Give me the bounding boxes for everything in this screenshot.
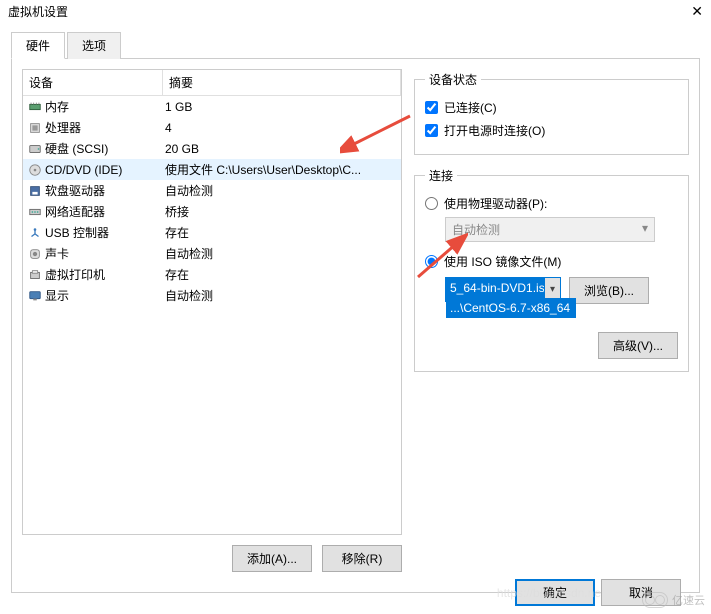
header-device[interactable]: 设备 bbox=[23, 70, 163, 95]
dialog-body: 硬件 选项 设备 摘要 内存1 GB处理器4硬盘 (SCSI)20 GBCD/D… bbox=[0, 22, 711, 594]
close-icon[interactable]: ✕ bbox=[691, 3, 703, 20]
add-button[interactable]: 添加(A)... bbox=[232, 545, 312, 572]
device-row[interactable]: 内存1 GB bbox=[23, 96, 401, 117]
device-summary: 20 GB bbox=[163, 142, 401, 156]
header-summary[interactable]: 摘要 bbox=[163, 70, 401, 95]
device-name: 网络适配器 bbox=[43, 203, 163, 220]
connection-legend: 连接 bbox=[425, 167, 457, 184]
watermark-logo-icon bbox=[642, 592, 668, 608]
device-summary: 桥接 bbox=[163, 203, 401, 220]
device-summary: 自动检测 bbox=[163, 182, 401, 199]
left-button-row: 添加(A)... 移除(R) bbox=[22, 535, 402, 582]
device-summary: 存在 bbox=[163, 266, 401, 283]
connection-group: 连接 使用物理驱动器(P): 自动检测 使用 ISO 镜像文件(M) 5_64-… bbox=[414, 167, 689, 372]
device-row[interactable]: 虚拟打印机存在 bbox=[23, 264, 401, 285]
device-row[interactable]: 显示自动检测 bbox=[23, 285, 401, 306]
iso-radio[interactable] bbox=[425, 255, 438, 268]
device-row[interactable]: USB 控制器存在 bbox=[23, 222, 401, 243]
device-row[interactable]: 声卡自动检测 bbox=[23, 243, 401, 264]
device-summary: 使用文件 C:\Users\User\Desktop\C... bbox=[163, 161, 401, 178]
device-status-group: 设备状态 已连接(C) 打开电源时连接(O) bbox=[414, 71, 689, 155]
device-icon bbox=[23, 121, 43, 135]
iso-dropdown-item[interactable]: ...\CentOS-6.7-x86_64 bbox=[446, 298, 576, 318]
device-summary: 4 bbox=[163, 121, 401, 135]
device-summary: 1 GB bbox=[163, 100, 401, 114]
device-icon bbox=[23, 289, 43, 303]
title-bar: 虚拟机设置 ✕ bbox=[0, 0, 711, 22]
device-name: 处理器 bbox=[43, 119, 163, 136]
remove-button[interactable]: 移除(R) bbox=[322, 545, 402, 572]
device-table: 设备 摘要 内存1 GB处理器4硬盘 (SCSI)20 GBCD/DVD (ID… bbox=[22, 69, 402, 535]
device-name: 软盘驱动器 bbox=[43, 182, 163, 199]
device-row[interactable]: 软盘驱动器自动检测 bbox=[23, 180, 401, 201]
advanced-row: 高级(V)... bbox=[425, 332, 678, 359]
device-name: USB 控制器 bbox=[43, 224, 163, 241]
tab-strip: 硬件 选项 bbox=[11, 31, 700, 59]
connected-checkbox[interactable] bbox=[425, 101, 438, 114]
tab-content: 设备 摘要 内存1 GB处理器4硬盘 (SCSI)20 GBCD/DVD (ID… bbox=[11, 59, 700, 593]
device-row[interactable]: 网络适配器桥接 bbox=[23, 201, 401, 222]
watermark-text: 亿速云 bbox=[672, 592, 705, 608]
iso-row: 5_64-bin-DVD1.iso ▾ ...\CentOS-6.7-x86_6… bbox=[445, 277, 678, 304]
blog-watermark: https://blog.csdn.ne bbox=[497, 586, 601, 600]
device-icon bbox=[23, 268, 43, 282]
device-icon bbox=[23, 205, 43, 219]
iso-label: 使用 ISO 镜像文件(M) bbox=[444, 253, 561, 270]
watermark: 亿速云 bbox=[642, 592, 705, 608]
device-row[interactable]: 处理器4 bbox=[23, 117, 401, 138]
right-column: 设备状态 已连接(C) 打开电源时连接(O) 连接 使用物理驱动器(P): 自动… bbox=[414, 69, 689, 582]
device-icon bbox=[23, 226, 43, 240]
device-name: 硬盘 (SCSI) bbox=[43, 140, 163, 157]
iso-radio-row[interactable]: 使用 ISO 镜像文件(M) bbox=[425, 250, 678, 273]
device-name: 内存 bbox=[43, 98, 163, 115]
table-header: 设备 摘要 bbox=[23, 70, 401, 96]
physical-drive-combo: 自动检测 bbox=[445, 217, 655, 242]
physical-drive-radio-row[interactable]: 使用物理驱动器(P): bbox=[425, 192, 678, 215]
device-icon bbox=[23, 163, 43, 177]
device-icon bbox=[23, 184, 43, 198]
device-name: 声卡 bbox=[43, 245, 163, 262]
device-row[interactable]: 硬盘 (SCSI)20 GB bbox=[23, 138, 401, 159]
connect-power-label: 打开电源时连接(O) bbox=[444, 122, 545, 139]
advanced-button[interactable]: 高级(V)... bbox=[598, 332, 678, 359]
tab-hardware[interactable]: 硬件 bbox=[11, 32, 65, 59]
browse-button[interactable]: 浏览(B)... bbox=[569, 277, 649, 304]
device-icon bbox=[23, 100, 43, 114]
left-column: 设备 摘要 内存1 GB处理器4硬盘 (SCSI)20 GBCD/DVD (ID… bbox=[22, 69, 402, 582]
physical-drive-radio[interactable] bbox=[425, 197, 438, 210]
device-name: CD/DVD (IDE) bbox=[43, 163, 163, 177]
connect-power-checkbox[interactable] bbox=[425, 124, 438, 137]
device-name: 显示 bbox=[43, 287, 163, 304]
iso-combo[interactable]: 5_64-bin-DVD1.iso ▾ ...\CentOS-6.7-x86_6… bbox=[445, 277, 561, 302]
device-summary: 自动检测 bbox=[163, 287, 401, 304]
connected-label: 已连接(C) bbox=[444, 99, 497, 116]
device-row[interactable]: CD/DVD (IDE)使用文件 C:\Users\User\Desktop\C… bbox=[23, 159, 401, 180]
window-title: 虚拟机设置 bbox=[8, 3, 68, 20]
device-icon bbox=[23, 142, 43, 156]
device-summary: 存在 bbox=[163, 224, 401, 241]
connect-power-checkbox-row[interactable]: 打开电源时连接(O) bbox=[425, 119, 678, 142]
device-icon bbox=[23, 247, 43, 261]
physical-drive-label: 使用物理驱动器(P): bbox=[444, 195, 547, 212]
device-status-legend: 设备状态 bbox=[425, 71, 481, 88]
device-name: 虚拟打印机 bbox=[43, 266, 163, 283]
tab-options[interactable]: 选项 bbox=[67, 32, 121, 59]
device-summary: 自动检测 bbox=[163, 245, 401, 262]
device-rows: 内存1 GB处理器4硬盘 (SCSI)20 GBCD/DVD (IDE)使用文件… bbox=[23, 96, 401, 306]
connected-checkbox-row[interactable]: 已连接(C) bbox=[425, 96, 678, 119]
iso-combo-value: 5_64-bin-DVD1.iso bbox=[446, 278, 546, 298]
